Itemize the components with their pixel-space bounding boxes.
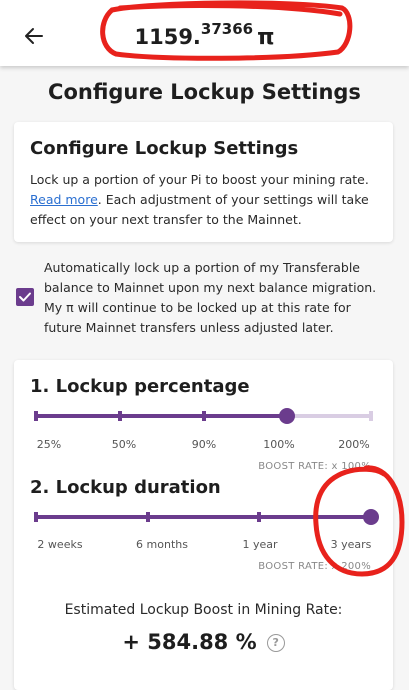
percentage-option[interactable]: 200%: [338, 438, 369, 451]
top-bar: 1159.37366 π: [0, 0, 409, 66]
percentage-option[interactable]: 90%: [192, 438, 216, 451]
slider-track-fill: [36, 414, 288, 418]
estimate-value: + 584.88 %: [122, 630, 257, 654]
lockup-duration-title: 2. Lockup duration: [30, 477, 221, 498]
slider-tick: [257, 512, 262, 522]
duration-boost-rate: BOOST RATE: x 200%: [258, 561, 371, 572]
duration-option[interactable]: 1 year: [242, 538, 277, 551]
auto-lock-checkbox[interactable]: [16, 288, 34, 306]
duration-option[interactable]: 2 weeks: [37, 538, 82, 551]
slider-tick: [117, 411, 122, 421]
info-card-title: Configure Lockup Settings: [30, 138, 299, 159]
slider-tick: [34, 512, 38, 522]
pi-balance: 1159.37366 π: [0, 20, 409, 50]
slider-track-fill: [36, 515, 371, 519]
lockup-duration-thumb[interactable]: [363, 509, 379, 525]
percentage-option[interactable]: 50%: [112, 438, 136, 451]
balance-decimals: 37366: [200, 20, 254, 38]
page-title: Configure Lockup Settings: [48, 80, 361, 104]
percentage-option[interactable]: 25%: [37, 438, 61, 451]
percentage-boost-rate: BOOST RATE: x 100%: [258, 461, 371, 472]
pi-symbol: π: [257, 25, 275, 50]
lockup-percentage-thumb[interactable]: [279, 408, 296, 424]
estimate-value-row: + 584.88 %?: [14, 630, 393, 654]
read-more-link[interactable]: Read more: [30, 192, 98, 207]
lockup-settings-card: 1. Lockup percentage 25% 50% 90% 100% 20…: [14, 360, 393, 690]
lockup-percentage-title: 1. Lockup percentage: [30, 376, 250, 397]
info-card-text: Lock up a portion of your Pi to boost yo…: [30, 170, 380, 230]
duration-option[interactable]: 3 years: [331, 538, 372, 551]
question-circle-icon[interactable]: ?: [266, 634, 285, 652]
estimate-label: Estimated Lockup Boost in Mining Rate:: [64, 602, 343, 618]
auto-lock-text: Automatically lock up a portion of my Tr…: [44, 260, 377, 335]
checkmark-icon: [19, 292, 31, 302]
lockup-percentage-slider[interactable]: [34, 408, 373, 424]
percentage-option[interactable]: 100%: [263, 438, 294, 451]
slider-tick: [34, 411, 38, 421]
slider-tick: [145, 512, 150, 522]
info-card: Configure Lockup Settings Lock up a port…: [14, 122, 393, 242]
slider-tick: [201, 411, 206, 421]
duration-option[interactable]: 6 months: [136, 538, 188, 551]
balance-integer: 1159.: [134, 25, 201, 49]
lockup-duration-slider[interactable]: [34, 509, 379, 525]
info-text-start: Lock up a portion of your Pi to boost yo…: [30, 172, 369, 187]
slider-tick: [369, 411, 373, 421]
